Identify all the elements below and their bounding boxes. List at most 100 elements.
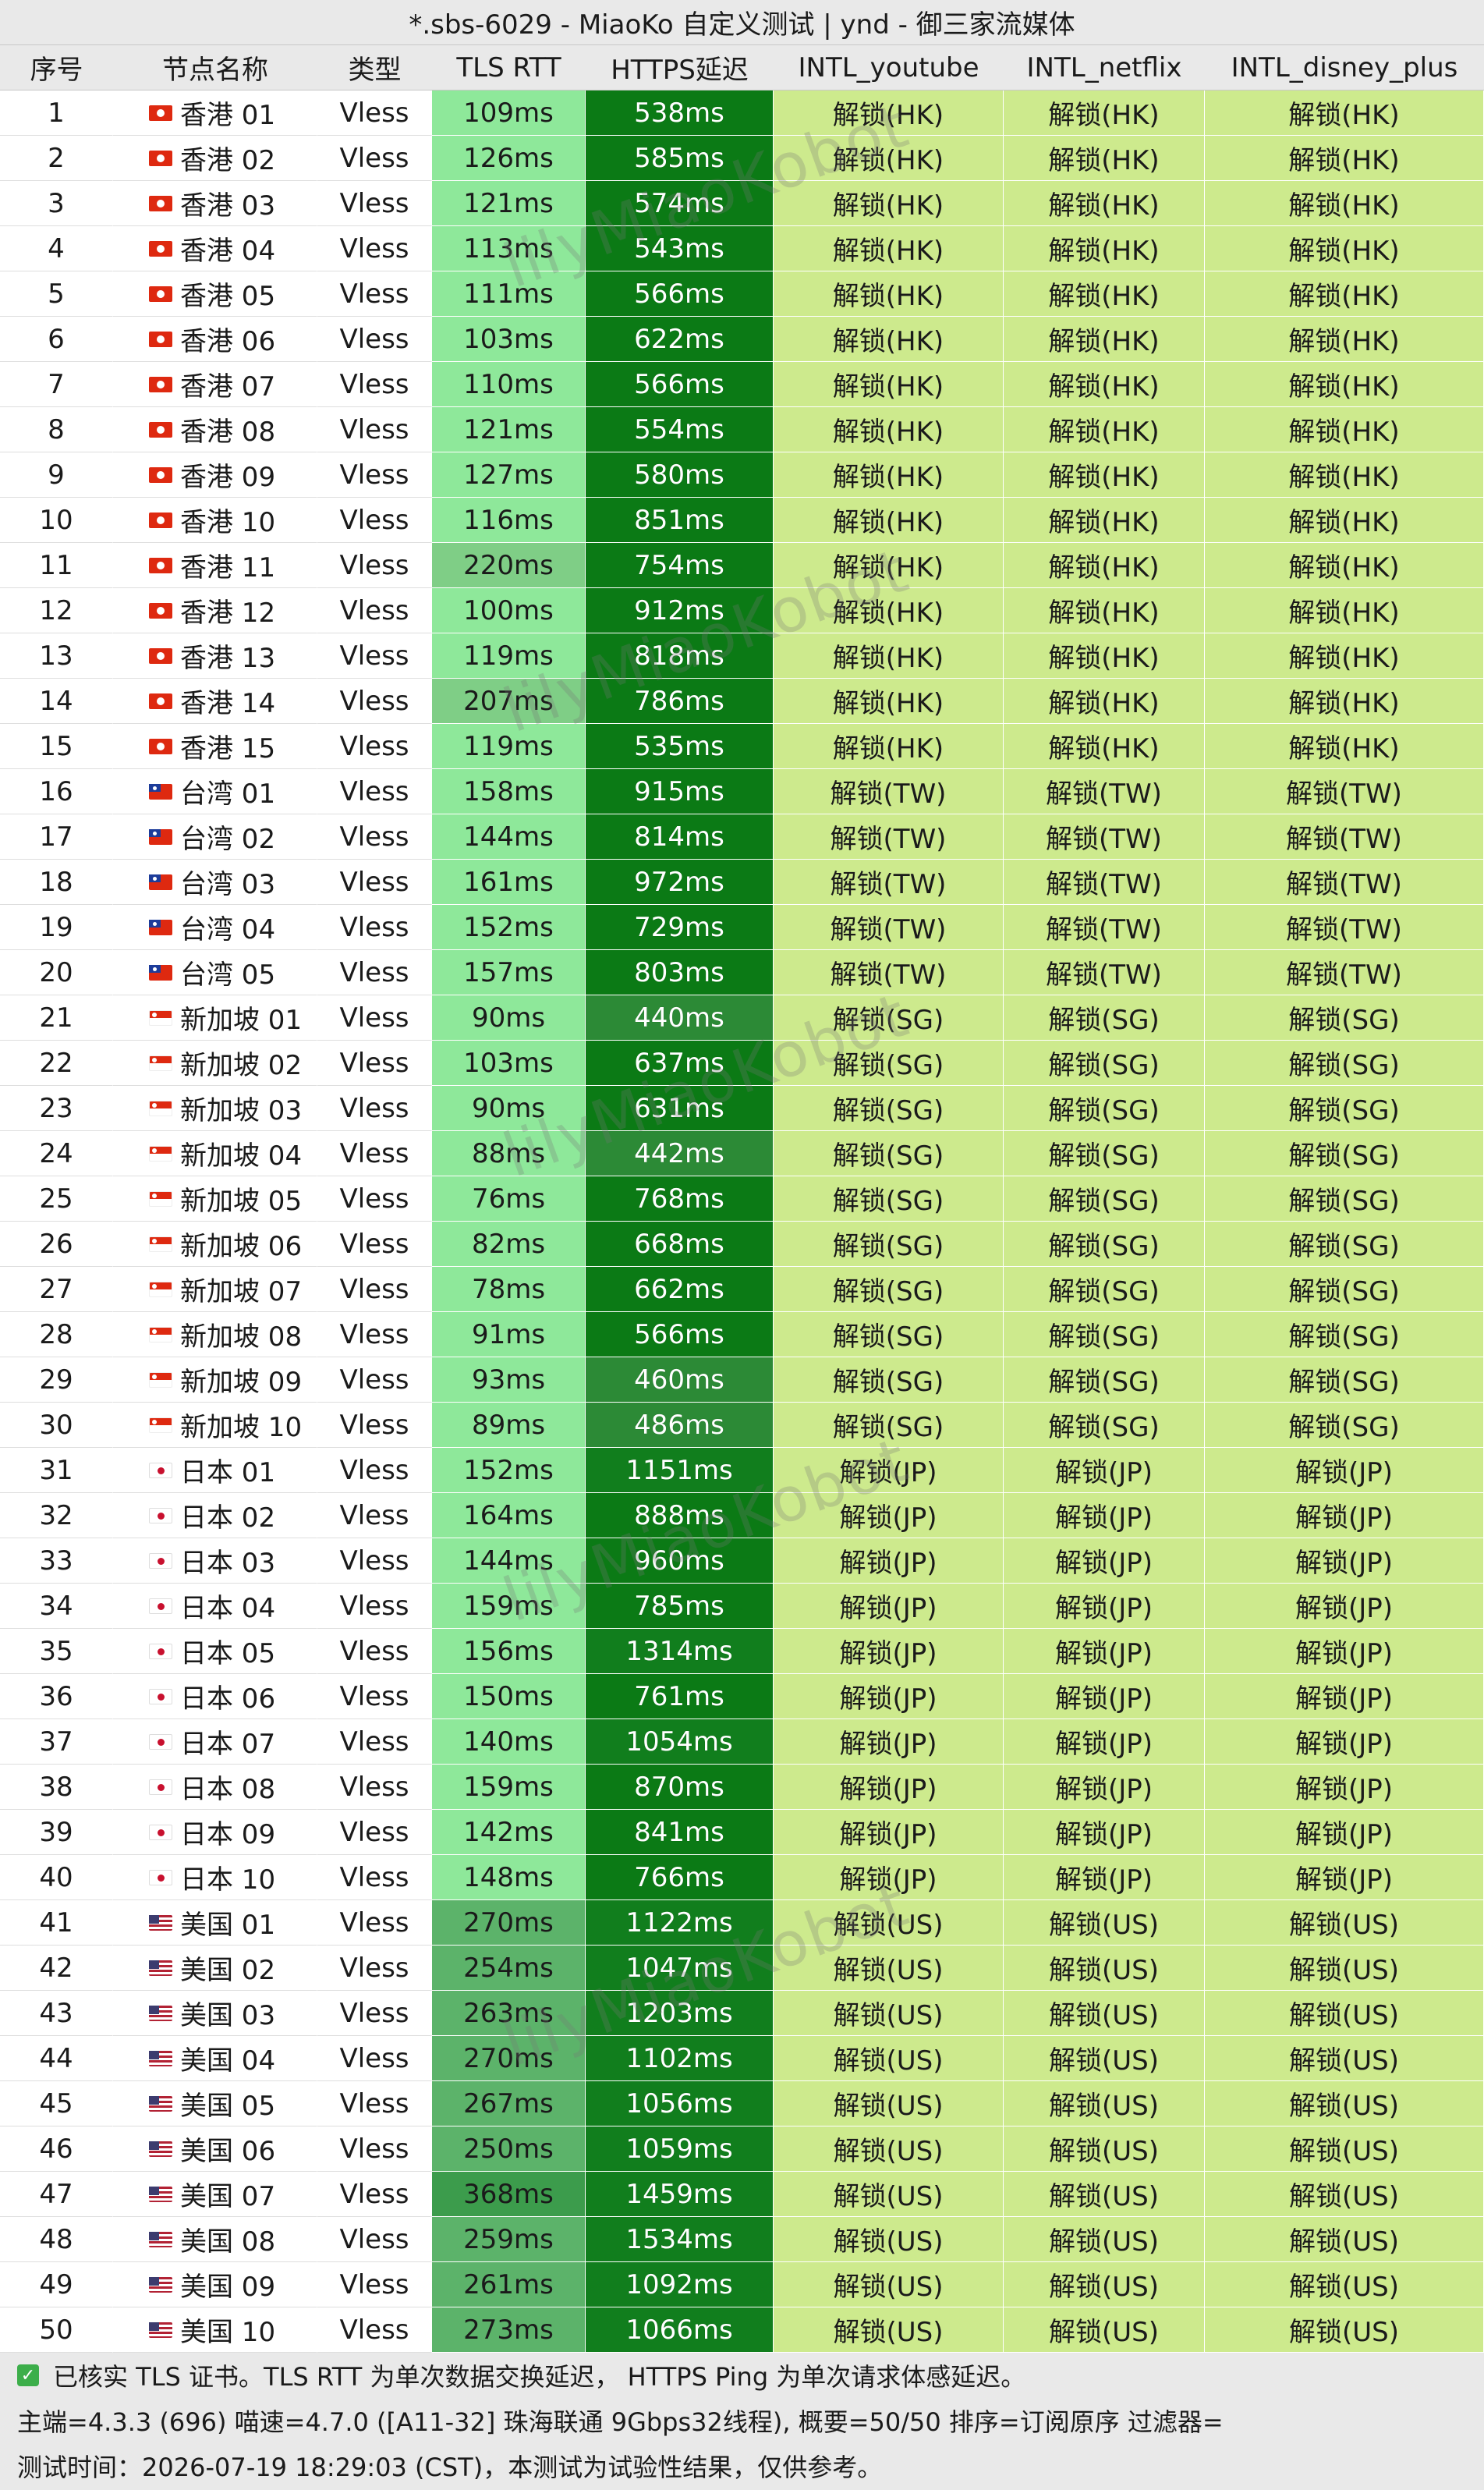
youtube-status: 解锁(HK) bbox=[774, 452, 1004, 498]
https-ping: 662ms bbox=[586, 1267, 774, 1312]
row-index: 14 bbox=[0, 679, 113, 724]
flag-hk-icon bbox=[149, 693, 172, 709]
https-ping: 460ms bbox=[586, 1357, 774, 1403]
node-name-cell: 美国 08 bbox=[113, 2217, 317, 2262]
disney-status: 解锁(SG) bbox=[1205, 1041, 1484, 1086]
node-name: 新加坡 01 bbox=[180, 1005, 303, 1036]
https-ping: 486ms bbox=[586, 1403, 774, 1448]
disney-status: 解锁(HK) bbox=[1205, 362, 1484, 407]
youtube-status: 解锁(JP) bbox=[774, 1765, 1004, 1810]
node-name: 美国 10 bbox=[180, 2317, 276, 2348]
tls-rtt: 109ms bbox=[432, 90, 586, 136]
disney-status: 解锁(US) bbox=[1205, 2262, 1484, 2307]
row-index: 43 bbox=[0, 1991, 113, 2036]
https-ping: 768ms bbox=[586, 1176, 774, 1222]
netflix-status: 解锁(US) bbox=[1004, 2262, 1205, 2307]
https-ping: 1151ms bbox=[586, 1448, 774, 1493]
tls-rtt: 89ms bbox=[432, 1403, 586, 1448]
node-name: 新加坡 04 bbox=[180, 1140, 303, 1172]
flag-jp-icon bbox=[149, 1824, 172, 1840]
node-type: Vless bbox=[317, 407, 432, 452]
https-ping: 851ms bbox=[586, 498, 774, 543]
node-type: Vless bbox=[317, 543, 432, 588]
https-ping: 1059ms bbox=[586, 2126, 774, 2172]
disney-status: 解锁(HK) bbox=[1205, 271, 1484, 317]
disney-status: 解锁(TW) bbox=[1205, 769, 1484, 814]
netflix-status: 解锁(US) bbox=[1004, 2126, 1205, 2172]
table-row: 3 香港 03 Vless 121ms 574ms 解锁(HK) 解锁(HK) 解锁(HK) bbox=[0, 181, 1484, 226]
node-name-cell: 美国 02 bbox=[113, 1946, 317, 1991]
youtube-status: 解锁(US) bbox=[774, 2262, 1004, 2307]
node-type: Vless bbox=[317, 1267, 432, 1312]
netflix-status: 解锁(HK) bbox=[1004, 498, 1205, 543]
tls-rtt: 144ms bbox=[432, 1538, 586, 1584]
youtube-status: 解锁(TW) bbox=[774, 814, 1004, 860]
netflix-status: 解锁(US) bbox=[1004, 2036, 1205, 2081]
tls-rtt: 103ms bbox=[432, 317, 586, 362]
tls-rtt: 152ms bbox=[432, 905, 586, 950]
node-type: Vless bbox=[317, 1946, 432, 1991]
youtube-status: 解锁(HK) bbox=[774, 679, 1004, 724]
netflix-status: 解锁(HK) bbox=[1004, 136, 1205, 181]
node-type: Vless bbox=[317, 136, 432, 181]
netflix-status: 解锁(HK) bbox=[1004, 633, 1205, 679]
node-name: 香港 10 bbox=[180, 507, 276, 538]
disney-status: 解锁(US) bbox=[1205, 1946, 1484, 1991]
tls-rtt: 368ms bbox=[432, 2172, 586, 2217]
tls-rtt: 267ms bbox=[432, 2081, 586, 2126]
table-row: 33 日本 03 Vless 144ms 960ms 解锁(JP) 解锁(JP) 解锁(JP) bbox=[0, 1538, 1484, 1584]
row-index: 28 bbox=[0, 1312, 113, 1357]
netflix-status: 解锁(SG) bbox=[1004, 1041, 1205, 1086]
table-row: 38 日本 08 Vless 159ms 870ms 解锁(JP) 解锁(JP) 解锁(JP) bbox=[0, 1765, 1484, 1810]
tls-rtt: 127ms bbox=[432, 452, 586, 498]
node-type: Vless bbox=[317, 1538, 432, 1584]
flag-us-icon bbox=[149, 2005, 172, 2021]
disney-status: 解锁(JP) bbox=[1205, 1810, 1484, 1855]
netflix-status: 解锁(US) bbox=[1004, 2217, 1205, 2262]
youtube-status: 解锁(JP) bbox=[774, 1448, 1004, 1493]
tls-rtt: 113ms bbox=[432, 226, 586, 271]
node-name: 新加坡 02 bbox=[180, 1050, 303, 1081]
table-row: 6 香港 06 Vless 103ms 622ms 解锁(HK) 解锁(HK) 解锁(HK) bbox=[0, 317, 1484, 362]
row-index: 29 bbox=[0, 1357, 113, 1403]
node-name: 台湾 01 bbox=[180, 779, 276, 810]
node-name: 美国 06 bbox=[180, 2136, 276, 2167]
row-index: 49 bbox=[0, 2262, 113, 2307]
node-name-cell: 日本 07 bbox=[113, 1719, 317, 1765]
flag-tw-icon bbox=[149, 783, 172, 800]
node-name-cell: 美国 04 bbox=[113, 2036, 317, 2081]
flag-hk-icon bbox=[149, 738, 172, 754]
tls-rtt: 220ms bbox=[432, 543, 586, 588]
disney-status: 解锁(HK) bbox=[1205, 136, 1484, 181]
tls-rtt: 93ms bbox=[432, 1357, 586, 1403]
node-name-cell: 香港 14 bbox=[113, 679, 317, 724]
youtube-status: 解锁(SG) bbox=[774, 1131, 1004, 1176]
tls-rtt: 263ms bbox=[432, 1991, 586, 2036]
youtube-status: 解锁(JP) bbox=[774, 1493, 1004, 1538]
row-index: 47 bbox=[0, 2172, 113, 2217]
node-name-cell: 台湾 01 bbox=[113, 769, 317, 814]
disney-status: 解锁(JP) bbox=[1205, 1855, 1484, 1900]
flag-tw-icon bbox=[149, 919, 172, 935]
youtube-status: 解锁(JP) bbox=[774, 1810, 1004, 1855]
youtube-status: 解锁(HK) bbox=[774, 633, 1004, 679]
node-name-cell: 日本 05 bbox=[113, 1629, 317, 1674]
node-type: Vless bbox=[317, 498, 432, 543]
row-index: 19 bbox=[0, 905, 113, 950]
tls-rtt: 164ms bbox=[432, 1493, 586, 1538]
window-title: *.sbs-6029 - MiaoKo 自定义测试 | ynd - 御三家流媒体 bbox=[0, 0, 1484, 45]
youtube-status: 解锁(HK) bbox=[774, 407, 1004, 452]
youtube-status: 解锁(US) bbox=[774, 2307, 1004, 2353]
tls-rtt: 150ms bbox=[432, 1674, 586, 1719]
netflix-status: 解锁(US) bbox=[1004, 2307, 1205, 2353]
flag-jp-icon bbox=[149, 1643, 172, 1659]
node-name-cell: 新加坡 08 bbox=[113, 1312, 317, 1357]
row-index: 37 bbox=[0, 1719, 113, 1765]
flag-hk-icon bbox=[149, 647, 172, 664]
node-name: 日本 03 bbox=[180, 1548, 276, 1579]
netflix-status: 解锁(SG) bbox=[1004, 1176, 1205, 1222]
node-type: Vless bbox=[317, 1584, 432, 1629]
disney-status: 解锁(US) bbox=[1205, 2081, 1484, 2126]
https-ping: 535ms bbox=[586, 724, 774, 769]
tls-rtt: 250ms bbox=[432, 2126, 586, 2172]
